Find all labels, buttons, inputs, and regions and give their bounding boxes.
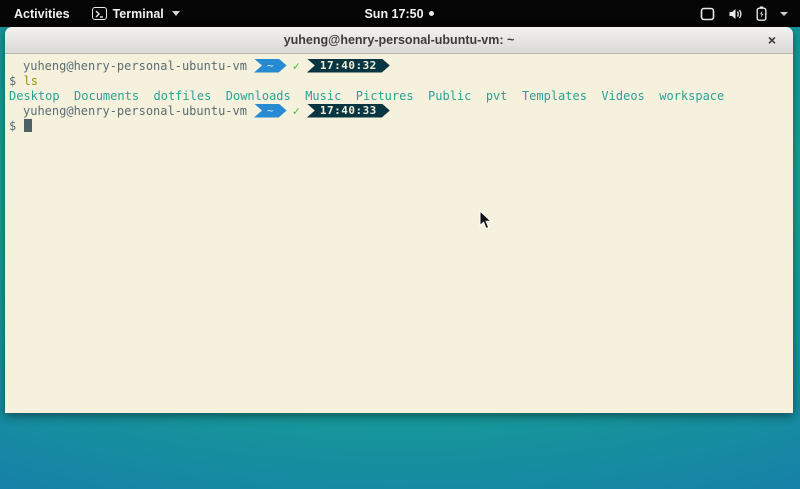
prompt-user-host: yuheng@henry-personal-ubuntu-vm	[9, 104, 247, 118]
clock-label: Sun 17:50	[364, 7, 423, 21]
prompt-time: 17:40:33	[320, 104, 377, 118]
command-line: $ ls	[9, 73, 789, 88]
terminal-icon	[92, 7, 107, 20]
screen-icon	[700, 7, 715, 21]
app-menu-terminal[interactable]: Terminal	[92, 7, 180, 21]
prompt-line-2: yuheng@henry-personal-ubuntu-vm ~ ✓ 17:4…	[9, 103, 789, 118]
chevron-down-icon	[780, 12, 788, 16]
status-check-icon: ✓	[293, 104, 300, 118]
prompt-time-badge: 17:40:32	[307, 59, 390, 73]
directory-list: Desktop Documents dotfiles Downloads Mus…	[9, 89, 724, 103]
system-status-area[interactable]	[434, 6, 800, 21]
activities-button[interactable]: Activities	[10, 5, 74, 23]
volume-icon	[728, 7, 743, 21]
prompt-path-badge: ~	[254, 104, 287, 118]
top-bar-left: Activities Terminal	[0, 5, 364, 23]
window-title: yuheng@henry-personal-ubuntu-vm: ~	[5, 33, 793, 47]
desktop: { "top_bar": { "activities_label": "Acti…	[0, 0, 800, 489]
prompt-dollar: $	[9, 119, 16, 133]
prompt-time: 17:40:32	[320, 59, 377, 73]
ls-output-line: Desktop Documents dotfiles Downloads Mus…	[9, 88, 789, 103]
clock-menu[interactable]: Sun 17:50	[364, 7, 433, 21]
app-menu-label: Terminal	[113, 7, 164, 21]
prompt-user-host: yuheng@henry-personal-ubuntu-vm	[9, 59, 247, 73]
window-titlebar[interactable]: yuheng@henry-personal-ubuntu-vm: ~ ×	[5, 27, 793, 54]
command-text: ls	[23, 74, 37, 88]
prompt-path: ~	[267, 59, 274, 73]
prompt-path-badge: ~	[254, 59, 287, 73]
prompt-line-1: yuheng@henry-personal-ubuntu-vm ~ ✓ 17:4…	[9, 58, 789, 73]
status-check-icon: ✓	[293, 59, 300, 73]
prompt-dollar: $	[9, 74, 16, 88]
terminal-content[interactable]: yuheng@henry-personal-ubuntu-vm ~ ✓ 17:4…	[5, 54, 793, 413]
top-bar: Activities Terminal Sun 17:50	[0, 0, 800, 27]
caret-down-icon	[172, 11, 180, 16]
battery-charging-icon	[756, 6, 767, 21]
mouse-cursor-icon	[479, 210, 493, 231]
input-line[interactable]: $	[9, 118, 789, 133]
terminal-window: yuheng@henry-personal-ubuntu-vm: ~ × yuh…	[5, 27, 793, 413]
prompt-time-badge: 17:40:33	[307, 104, 390, 118]
text-cursor	[24, 119, 32, 132]
prompt-path: ~	[267, 104, 274, 118]
close-button[interactable]: ×	[763, 31, 781, 49]
